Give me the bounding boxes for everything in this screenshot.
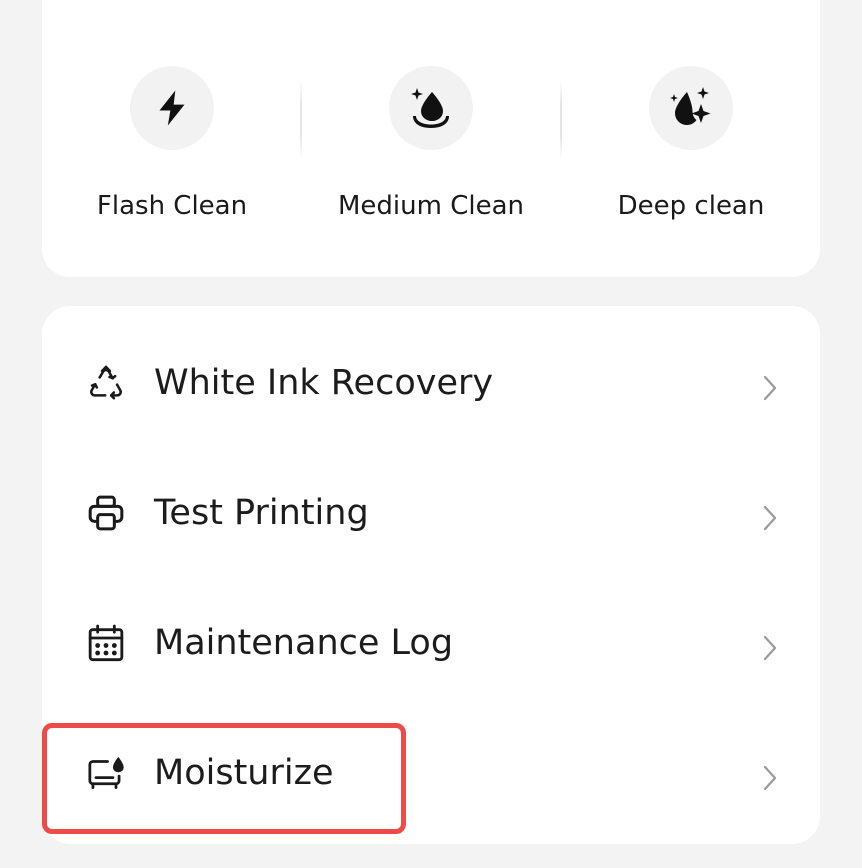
- chevron-right-icon: [763, 765, 777, 791]
- cleaning-modes-card: Flash Clean Medium Clean Deep clean: [42, 0, 820, 277]
- menu-item-white-ink-recovery[interactable]: White Ink Recovery: [42, 316, 820, 446]
- flash-clean-option[interactable]: Flash Clean: [42, 0, 302, 277]
- medium-clean-label: Medium Clean: [337, 191, 524, 221]
- maintenance-menu-card: White Ink Recovery Test Printing Mainten…: [42, 306, 820, 844]
- menu-item-label: Maintenance Log: [154, 623, 454, 663]
- deep-clean-label: Deep clean: [617, 191, 765, 221]
- menu-item-moisturize[interactable]: Moisturize: [42, 706, 820, 836]
- printer-icon: [86, 493, 126, 533]
- moisturize-icon: [86, 753, 126, 793]
- menu-item-maintenance-log[interactable]: Maintenance Log: [42, 576, 820, 706]
- menu-item-label: White Ink Recovery: [154, 363, 494, 403]
- flash-clean-label: Flash Clean: [96, 191, 248, 221]
- menu-item-label: Test Printing: [154, 493, 369, 533]
- water-drop-sparkle-icon: [389, 66, 473, 150]
- chevron-right-icon: [763, 635, 777, 661]
- menu-item-label: Moisturize: [154, 753, 334, 793]
- chevron-right-icon: [763, 375, 777, 401]
- chevron-right-icon: [763, 505, 777, 531]
- deep-clean-option[interactable]: Deep clean: [561, 0, 821, 277]
- medium-clean-option[interactable]: Medium Clean: [301, 0, 561, 277]
- lightning-bolt-icon: [130, 66, 214, 150]
- calendar-icon: [86, 623, 126, 663]
- menu-item-test-printing[interactable]: Test Printing: [42, 446, 820, 576]
- recycle-icon: [86, 363, 126, 403]
- drop-stars-icon: [649, 66, 733, 150]
